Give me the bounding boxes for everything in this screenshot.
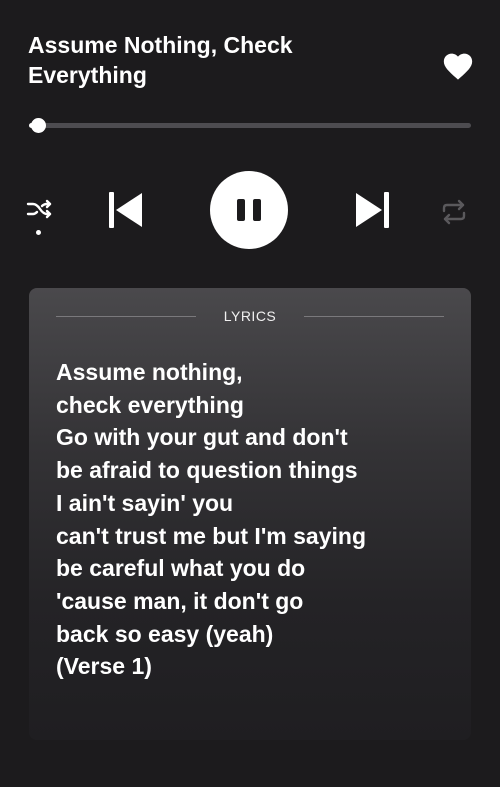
lyrics-card[interactable]: LYRICS Assume nothing, check everything … [29,288,471,740]
divider [56,315,196,317]
lyric-line: Go with your gut and don't [56,424,348,451]
lyric-line: can't trust me but I'm saying [56,522,366,549]
lyrics-header: LYRICS [56,308,445,324]
pause-button[interactable] [210,171,288,249]
pause-icon [253,199,261,221]
lyric-line: Assume nothing, [56,359,243,385]
lyric-line: be afraid to question things [56,457,358,484]
pause-icon [237,199,245,221]
lyric-line: 'cause man, it don't go [56,587,304,614]
shuffle-button[interactable] [26,197,54,237]
lyric-line: back so easy (yeah) [56,620,274,647]
like-button[interactable] [441,49,475,81]
progress-knob[interactable] [30,118,46,133]
shuffle-active-indicator [36,230,41,235]
skip-previous-icon [109,192,142,228]
lyrics-label: LYRICS [223,308,277,324]
lyric-line: check everything [56,391,244,418]
divider [304,315,445,317]
next-button[interactable] [353,190,393,230]
skip-next-icon [356,192,389,228]
lyric-line: I ain't sayin' you [56,489,234,516]
lyric-line: (Verse 1) [56,653,152,680]
lyric-line: be careful what you do [56,555,306,582]
repeat-icon [442,199,466,225]
progress-track [29,123,471,128]
previous-button[interactable] [106,190,146,230]
lyrics-text: Assume nothing, check everything Go with… [56,356,456,683]
track-title: Assume Nothing, Check Everything [28,32,293,88]
progress-slider[interactable] [29,118,471,133]
shuffle-icon [26,199,52,219]
repeat-button[interactable] [440,199,468,225]
heart-icon [443,53,473,80]
